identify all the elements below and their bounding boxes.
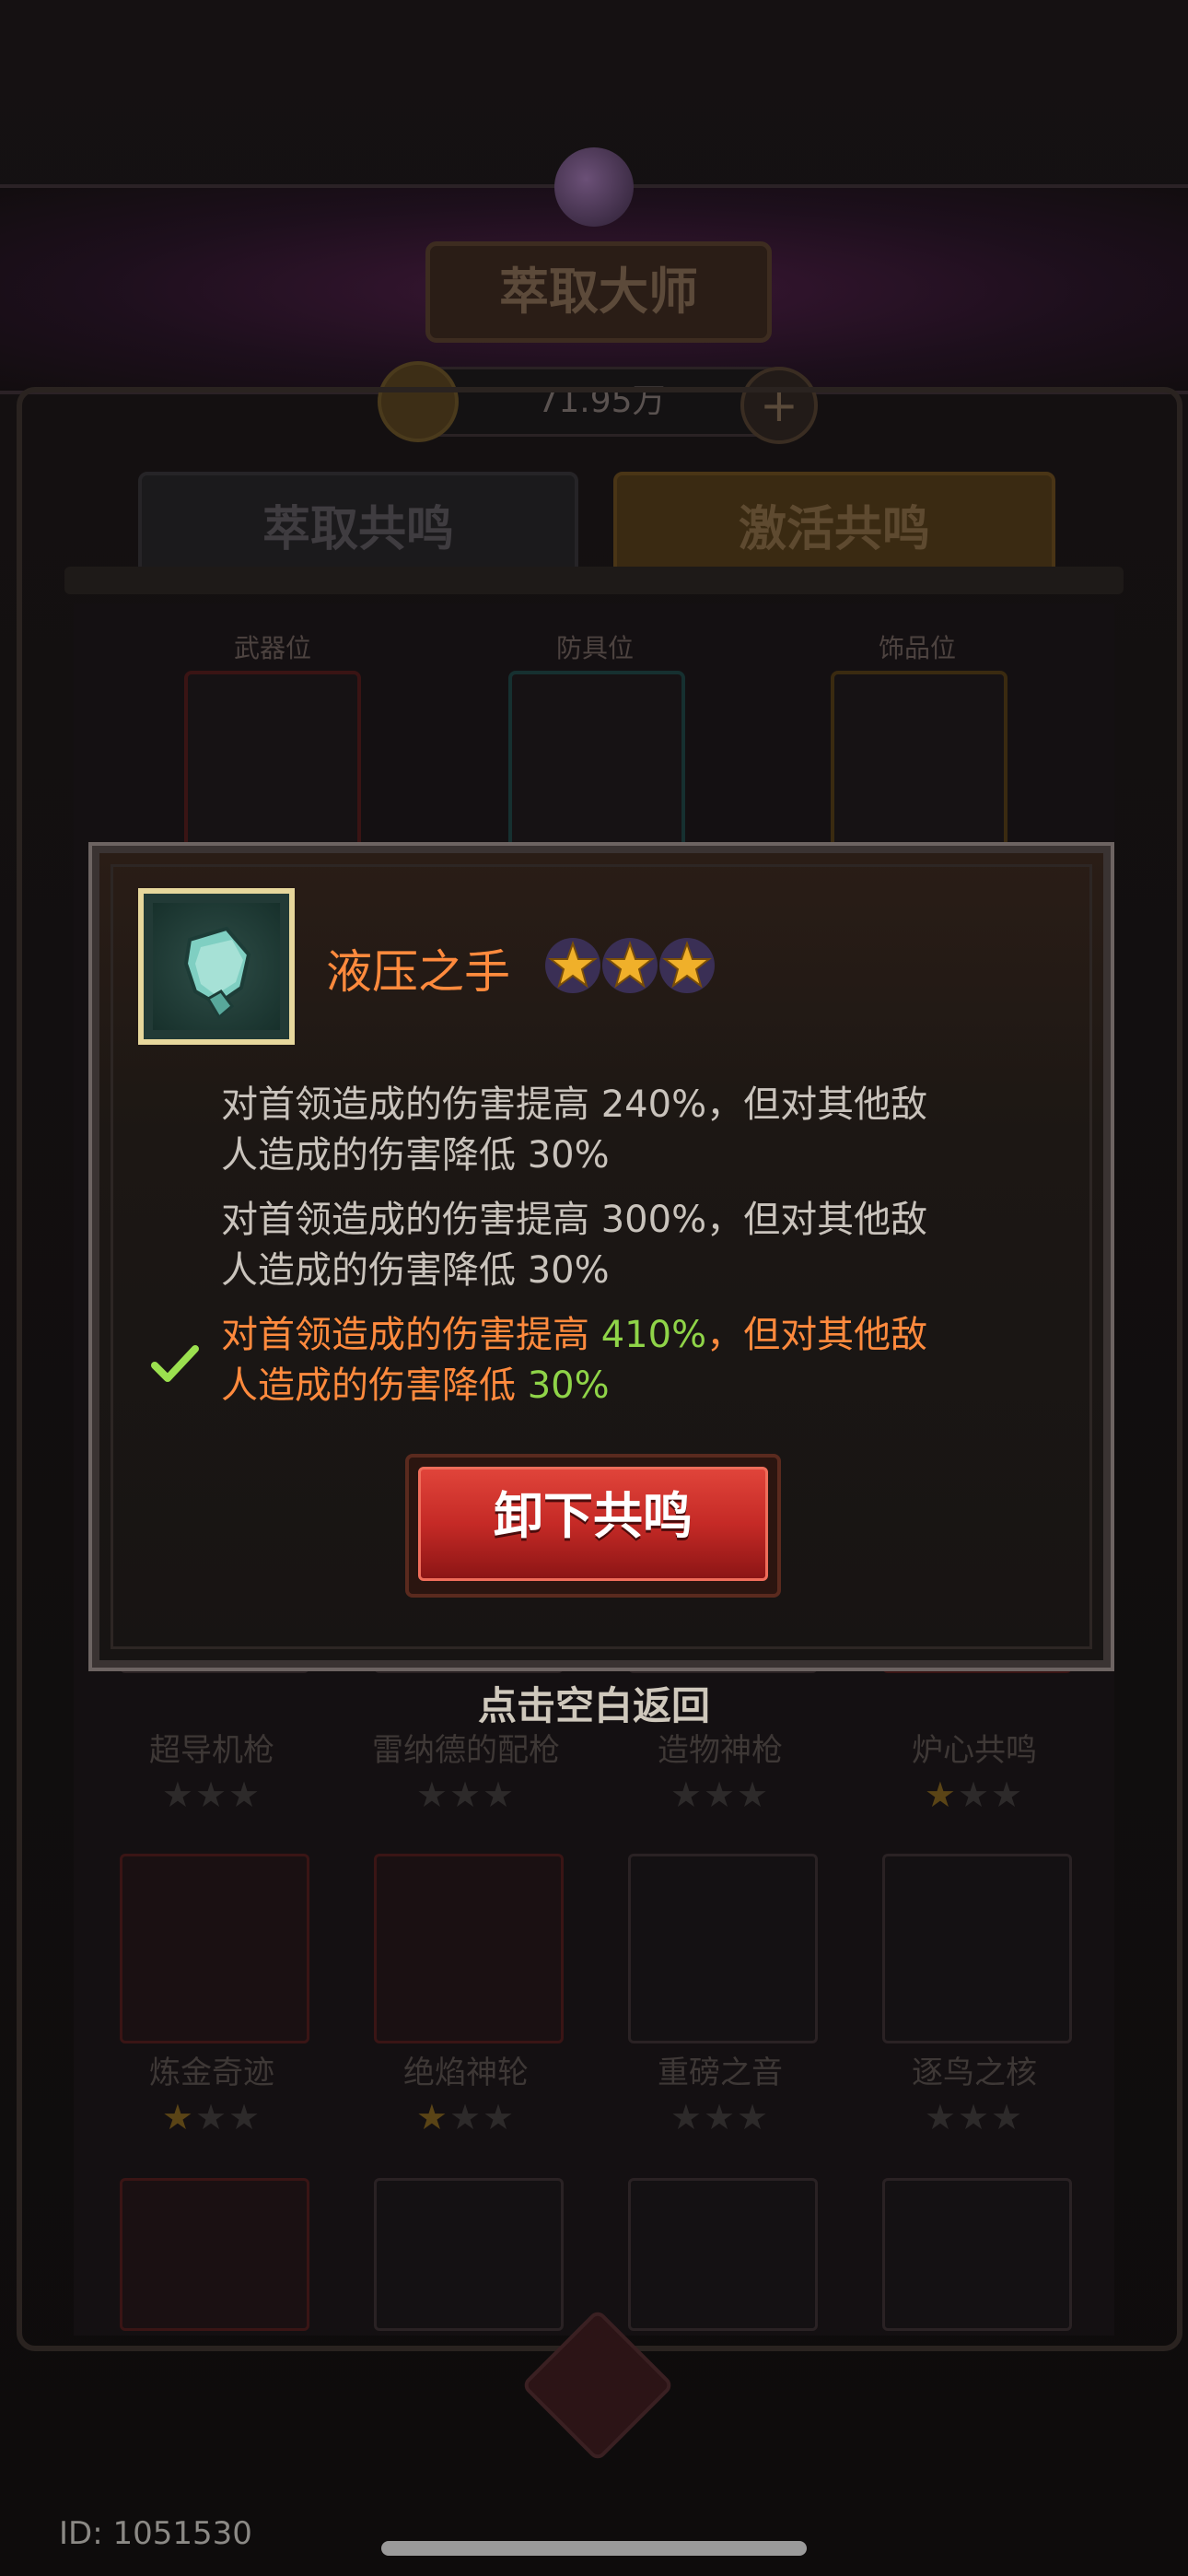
effect-text: 人造成的伤害降低 xyxy=(221,1134,528,1177)
star-rating: ★★★ xyxy=(670,2097,771,2137)
item-title: 液压之手 xyxy=(326,945,510,999)
item-name: 炉心共鸣 xyxy=(912,1732,1037,1769)
item-card[interactable] xyxy=(374,1854,564,2043)
effect-tier-1: 对首领造成的伤害提高 240%，但对其他敌 人造成的伤害降低 30% xyxy=(221,1080,1013,1181)
effect-penalty: 30% xyxy=(527,1249,610,1292)
item-name: 逐鸟之核 xyxy=(912,2055,1037,2091)
star-icon xyxy=(659,938,715,993)
star-icon xyxy=(545,938,600,993)
star-rating: ★★★ xyxy=(924,2097,1025,2137)
orb-ornament xyxy=(554,147,634,227)
item-name: 重磅之音 xyxy=(658,2055,783,2091)
effect-penalty: 30% xyxy=(527,1134,610,1177)
effect-text: 对首领造成的伤害提高 xyxy=(221,1314,601,1356)
star-rating: ★★★ xyxy=(670,1774,771,1815)
slot-label-armor: 防具位 xyxy=(555,633,634,663)
star-rating: ★★★ xyxy=(924,1774,1025,1815)
star-rating: ★★★ xyxy=(161,1774,262,1815)
effect-text: 对首领造成的伤害提高 xyxy=(221,1083,601,1126)
effect-text: 人造成的伤害降低 xyxy=(221,1364,528,1407)
page-title: 萃取大师 xyxy=(499,263,698,321)
effect-text: 对首领造成的伤害提高 xyxy=(221,1199,601,1241)
star-rating: ★★★ xyxy=(415,2097,517,2137)
effect-text: 人造成的伤害降低 xyxy=(221,1249,528,1292)
unequip-resonance-button[interactable]: 卸下共鸣 xyxy=(405,1454,781,1598)
title-plate: 萃取大师 xyxy=(425,241,772,343)
effect-boost: 300% xyxy=(600,1199,707,1241)
weapon-slot[interactable] xyxy=(184,671,361,853)
item-name: 炼金奇迹 xyxy=(149,2055,274,2091)
effect-text: ，但对其他敌 xyxy=(706,1083,928,1126)
item-card[interactable] xyxy=(882,1854,1072,2043)
accessory-slot[interactable] xyxy=(831,671,1007,853)
armor-slot[interactable] xyxy=(508,671,685,853)
item-card[interactable] xyxy=(120,2178,309,2331)
gauntlet-icon xyxy=(138,888,295,1045)
tab-shelf xyxy=(64,567,1124,594)
effect-boost: 240% xyxy=(600,1083,707,1126)
slot-label-accessory: 饰品位 xyxy=(878,633,956,663)
effect-penalty: 30% xyxy=(527,1364,610,1407)
effect-boost: 410% xyxy=(600,1314,707,1356)
item-name: 超导机枪 xyxy=(149,1732,274,1769)
item-card[interactable] xyxy=(628,2178,818,2331)
user-id: ID: 1051530 xyxy=(59,2515,252,2552)
item-name: 造物神枪 xyxy=(658,1732,783,1769)
item-card[interactable] xyxy=(120,1854,309,2043)
item-card[interactable] xyxy=(628,1854,818,2043)
slot-label-weapon: 武器位 xyxy=(233,633,311,663)
unequip-button-label: 卸下共鸣 xyxy=(494,1487,693,1545)
effect-tier-2: 对首领造成的伤害提高 300%，但对其他敌 人造成的伤害降低 30% xyxy=(221,1195,1013,1296)
item-name: 雷纳德的配枪 xyxy=(372,1732,560,1769)
star-icon xyxy=(602,938,658,993)
item-card[interactable] xyxy=(374,2178,564,2331)
home-indicator[interactable] xyxy=(381,2541,807,2556)
checkmark-icon xyxy=(151,1345,199,1382)
star-rating: ★★★ xyxy=(415,1774,517,1815)
effect-text: ，但对其他敌 xyxy=(706,1314,928,1356)
tap-blank-to-return-hint: 点击空白返回 xyxy=(477,1683,710,1728)
item-card[interactable] xyxy=(882,2178,1072,2331)
item-name: 绝焰神轮 xyxy=(403,2055,529,2091)
effect-text: ，但对其他敌 xyxy=(706,1199,928,1241)
effect-tier-3-active: 对首领造成的伤害提高 410%，但对其他敌 人造成的伤害降低 30% xyxy=(221,1310,1013,1411)
star-rating: ★★★ xyxy=(161,2097,262,2137)
